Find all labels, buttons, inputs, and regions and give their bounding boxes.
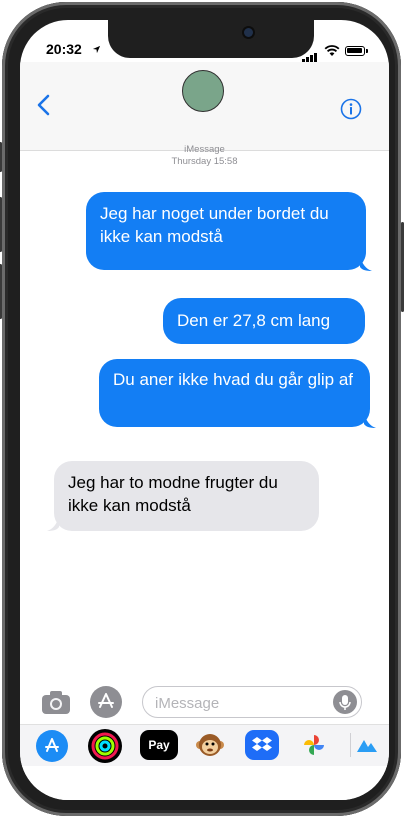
activity-rings-icon[interactable] [88,729,122,763]
pinwheel-glyph [304,735,324,755]
status-time: 20:32 [46,41,82,57]
message-bubble-outgoing[interactable]: Den er 27,8 cm lang [163,298,365,344]
screen: 20:32 iMessage Thursday 15:58 Jeg har no… [20,20,389,800]
activity-rings-glyph [91,732,119,760]
bubble-tail [360,256,372,271]
message-text: Den er 27,8 cm lang [177,311,331,330]
app-store-glyph [98,693,114,708]
service-label: iMessage [184,144,225,155]
message-bubble-outgoing[interactable]: Du aner ikke hvad du går glip af [99,359,370,427]
bubble-tail [47,516,59,531]
apple-pay-icon[interactable]: Pay [140,730,178,760]
message-bubble-outgoing[interactable]: Jeg har noget under bordet du ikke kan m… [86,192,366,270]
message-text: Du aner ikke hvad du går glip af [113,370,354,389]
avatar[interactable] [182,70,224,112]
message-input[interactable] [142,686,362,718]
microphone-icon[interactable] [333,690,357,714]
message-field[interactable] [153,692,327,714]
wifi-icon [324,45,340,56]
mute-switch [0,142,2,172]
phone-frame: 20:32 iMessage Thursday 15:58 Jeg har no… [0,2,404,816]
notch [108,20,314,58]
volume-down-button [0,264,2,319]
thread-meta: iMessage Thursday 15:58 [20,144,389,168]
app-store-glyph [45,738,59,752]
camera-icon[interactable] [40,688,72,716]
dropbox-icon[interactable] [245,730,279,760]
message-bubble-incoming[interactable]: Jeg har to modne frugter du ikke kan mod… [54,461,319,531]
message-text: Jeg har noget under bordet du ikke kan m… [100,204,329,246]
app-strip: Pay [20,724,389,767]
app-store-icon[interactable] [36,730,68,762]
app-store-icon[interactable] [90,686,122,718]
monkey-glyph [196,734,224,756]
microphone-glyph [339,695,351,710]
front-camera [244,28,253,37]
conversation-header [20,62,389,151]
volume-up-button [0,197,2,252]
location-arrow-icon [92,45,101,54]
info-icon[interactable] [340,98,362,120]
thread-timestamp: Thursday 15:58 [171,156,238,167]
google-photos-icon[interactable] [297,730,331,760]
side-button [401,222,404,312]
dropbox-glyph [252,737,272,751]
divider [350,733,351,757]
animoji-monkey-icon[interactable] [193,730,227,760]
chevron-left-icon[interactable] [34,90,54,120]
apple-pay-label: Pay [148,738,170,752]
bubble-tail [364,413,376,428]
message-text: Jeg har to modne frugter du ikke kan mod… [68,473,278,515]
composer [20,684,389,724]
battery-icon [345,46,368,56]
partial-app-icon[interactable] [350,730,389,760]
mountain-glyph [357,740,377,752]
home-area [20,766,389,800]
